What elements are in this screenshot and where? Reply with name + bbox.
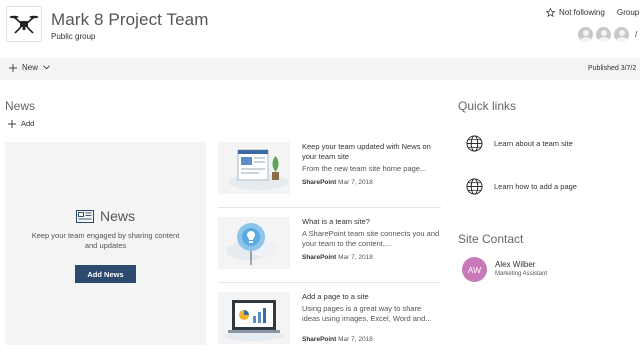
news-description: Using pages is a great way to share idea… xyxy=(302,304,432,323)
follow-button[interactable]: Not following xyxy=(546,8,605,17)
news-title: What is a team site? xyxy=(302,217,370,226)
news-thumbnail xyxy=(218,292,290,344)
news-item[interactable]: What is a team site? A SharePoint team s… xyxy=(218,217,441,283)
news-thumbnail xyxy=(218,217,290,269)
avatar: AW xyxy=(462,257,487,282)
news-meta: SharePoint Mar 7, 2018 xyxy=(302,254,373,261)
news-title: Keep your team updated with News on your… xyxy=(302,142,431,161)
site-privacy-label: Public group xyxy=(51,32,96,41)
news-item[interactable]: Add a page to a site Using pages is a gr… xyxy=(218,292,441,352)
follow-label: Not following xyxy=(559,8,605,17)
news-author: SharePoint xyxy=(302,336,337,343)
quick-link-label: Learn about a team site xyxy=(494,139,573,148)
quick-link-label: Learn how to add a page xyxy=(494,182,577,191)
group-link[interactable]: Group xyxy=(617,8,639,17)
drone-logo-icon xyxy=(9,15,39,34)
new-label: New xyxy=(22,63,39,72)
hero-description: Keep your team engaged by sharing conten… xyxy=(31,231,180,250)
plus-icon xyxy=(9,63,17,72)
quick-link-team-site[interactable]: Learn about a team site xyxy=(466,135,573,152)
add-news-button[interactable]: Add News xyxy=(75,265,136,283)
news-title: Add a page to a site xyxy=(302,292,369,301)
plus-icon xyxy=(8,119,16,128)
news-divider xyxy=(218,207,441,208)
newspaper-icon xyxy=(75,209,94,223)
news-date: Mar 7, 2018 xyxy=(338,336,373,343)
chevron-down-icon xyxy=(43,65,50,70)
star-icon xyxy=(546,8,555,17)
command-bar: New Published 3/7/2 xyxy=(0,58,640,80)
quick-links-title: Quick links xyxy=(458,99,517,113)
news-description: From the new team site home page... xyxy=(302,164,427,173)
news-divider xyxy=(218,282,441,283)
news-item[interactable]: Keep your team updated with News on your… xyxy=(218,142,441,208)
quick-link-add-page[interactable]: Learn how to add a page xyxy=(466,178,577,195)
globe-icon xyxy=(466,178,483,195)
add-news-link[interactable]: Add xyxy=(8,119,34,128)
news-author: SharePoint xyxy=(302,179,337,186)
contact-name: Alex Wilber xyxy=(495,260,536,269)
globe-icon xyxy=(466,135,483,152)
news-date: Mar 7, 2018 xyxy=(338,179,373,186)
laptop-illustration-icon xyxy=(224,300,284,341)
site-header: Mark 8 Project Team Public group Not fol… xyxy=(0,0,640,56)
published-status: Published 3/7/2 xyxy=(588,65,637,72)
avatar[interactable] xyxy=(613,26,630,43)
site-title: Mark 8 Project Team xyxy=(51,10,209,29)
avatar[interactable] xyxy=(595,26,612,43)
contact-role: Marketing Assistant xyxy=(495,271,548,277)
lightbulb-illustration-icon xyxy=(226,223,278,265)
website-illustration-icon xyxy=(228,149,288,190)
hero-title: News xyxy=(99,208,135,224)
site-contact-title: Site Contact xyxy=(458,232,524,246)
add-label: Add xyxy=(21,119,35,128)
site-logo[interactable] xyxy=(6,6,42,42)
news-date: Mar 7, 2018 xyxy=(338,254,373,261)
news-hero-placeholder: News Keep your team engaged by sharing c… xyxy=(5,142,206,345)
site-contact-card[interactable]: AW Alex Wilber Marketing Assistant xyxy=(462,257,632,283)
new-button[interactable]: New xyxy=(9,63,50,72)
news-meta: SharePoint Mar 7, 2018 xyxy=(302,179,373,186)
news-thumbnail xyxy=(218,142,290,194)
news-meta: SharePoint Mar 7, 2018 xyxy=(302,336,373,343)
hero-heading: News xyxy=(5,208,206,224)
group-members[interactable] xyxy=(577,26,630,43)
news-author: SharePoint xyxy=(302,254,337,261)
avatar[interactable] xyxy=(577,26,594,43)
members-overflow: / xyxy=(635,30,638,39)
news-description: A SharePoint team site connects you and … xyxy=(302,229,440,248)
news-section-title: News xyxy=(5,99,36,113)
